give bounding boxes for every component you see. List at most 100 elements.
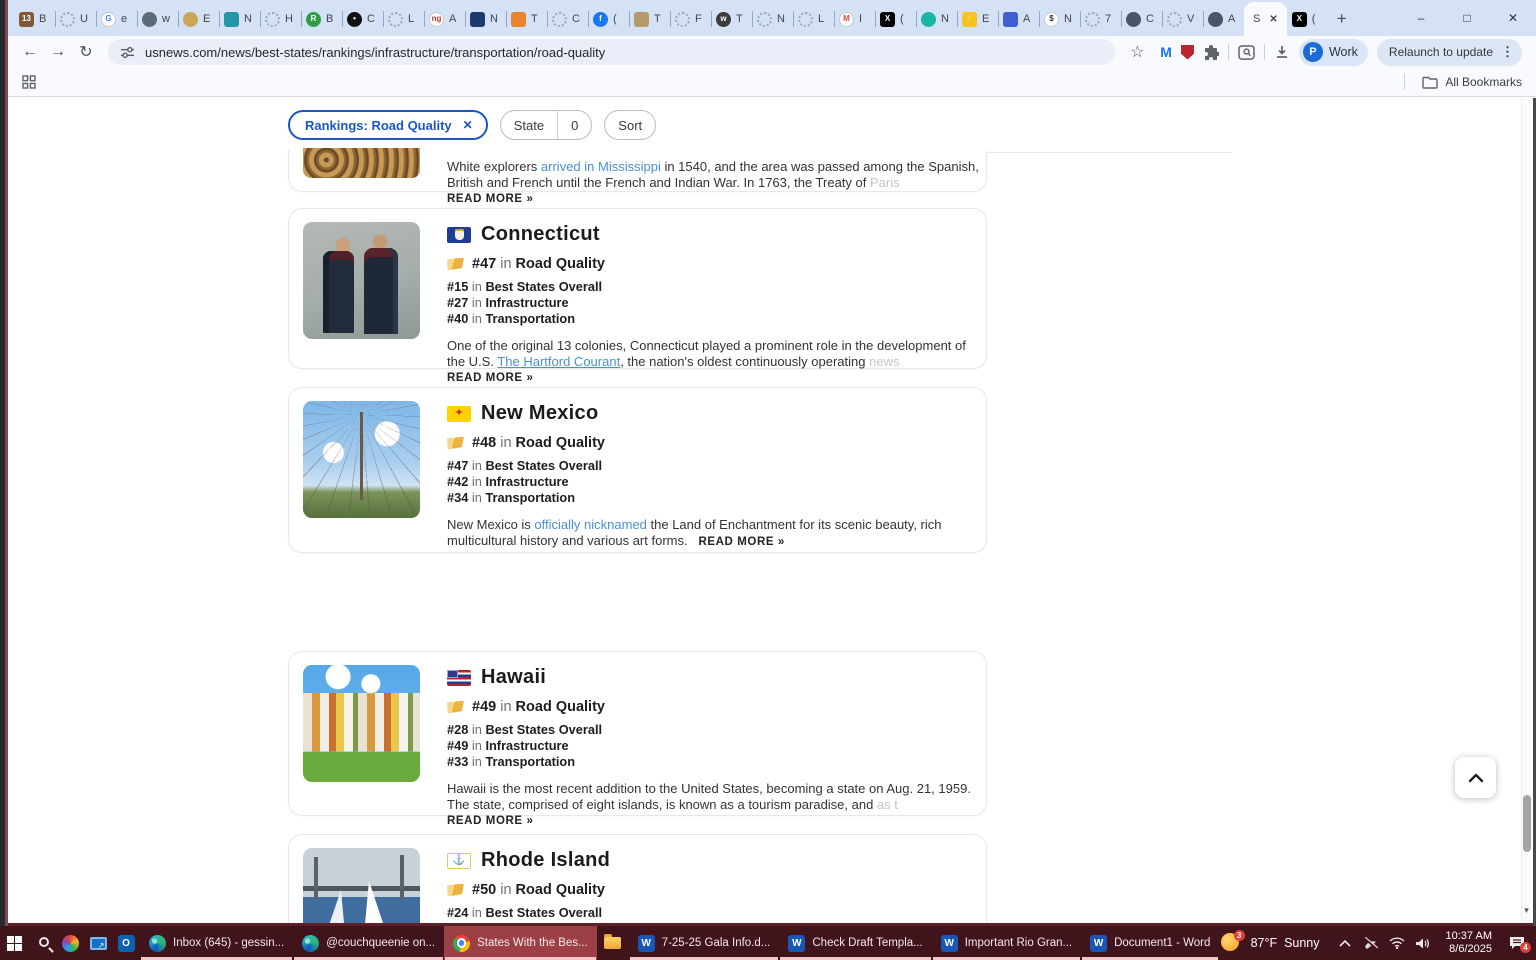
outlook-button[interactable]: [112, 926, 140, 960]
browser-tab[interactable]: ⚡E: [957, 2, 998, 36]
browser-tab[interactable]: MI: [834, 2, 875, 36]
browser-tab[interactable]: X(: [875, 2, 916, 36]
browser-tab[interactable]: N: [465, 2, 506, 36]
clear-filter-icon[interactable]: ✕: [463, 118, 473, 132]
browser-tab[interactable]: H: [260, 2, 301, 36]
back-to-top-button[interactable]: [1455, 757, 1496, 798]
browser-tab[interactable]: X(: [1287, 2, 1328, 36]
browser-menu-icon[interactable]: ⋮: [1501, 44, 1514, 60]
rhode-island-photo[interactable]: [303, 848, 420, 923]
tab-close-icon[interactable]: ✕: [1269, 14, 1277, 25]
relaunch-to-update-button[interactable]: Relaunch to update ⋮: [1377, 39, 1522, 66]
state-name[interactable]: Rhode Island: [481, 849, 610, 872]
file-explorer-button[interactable]: [597, 926, 629, 960]
state-name[interactable]: New Mexico: [481, 402, 598, 425]
browser-tab[interactable]: N: [219, 2, 260, 36]
browser-tab[interactable]: U: [55, 2, 96, 36]
action-center-button[interactable]: 4: [1504, 926, 1530, 960]
browser-tab[interactable]: L: [383, 2, 424, 36]
inline-link[interactable]: arrived in Mississippi: [541, 159, 661, 174]
word-window-button[interactable]: Document1 - Word: [1081, 926, 1219, 960]
minimize-button[interactable]: –: [1398, 0, 1444, 36]
state-name[interactable]: Connecticut: [481, 223, 600, 246]
browser-tab[interactable]: w: [137, 2, 178, 36]
browser-tab[interactable]: ngA: [424, 2, 465, 36]
browser-tab[interactable]: f(: [588, 2, 629, 36]
browser-tab[interactable]: F: [670, 2, 711, 36]
browser-tab[interactable]: 7: [1080, 2, 1121, 36]
read-more-link[interactable]: READ MORE »: [698, 536, 784, 548]
copilot-button[interactable]: [56, 926, 84, 960]
browser-tab[interactable]: C: [1121, 2, 1162, 36]
scrollbar[interactable]: ▾: [1521, 98, 1533, 923]
new-mexico-photo[interactable]: [303, 401, 420, 518]
weather-widget-icon[interactable]: 3: [1221, 933, 1241, 953]
hidden-icons-chevron[interactable]: [1334, 926, 1356, 960]
close-button[interactable]: ✕: [1490, 0, 1536, 36]
site-settings-icon[interactable]: [120, 45, 135, 60]
chrome-window-button[interactable]: States With the Bes...: [444, 926, 597, 960]
browser-tab[interactable]: T: [506, 2, 547, 36]
address-bar[interactable]: usnews.com/news/best-states/rankings/inf…: [108, 39, 1115, 65]
notifications-muted-icon[interactable]: [1360, 926, 1382, 960]
read-more-link[interactable]: READ MORE »: [447, 372, 533, 384]
word-window-button[interactable]: 7-25-25 Gala Info.d...: [629, 926, 780, 960]
word-window-button[interactable]: Important Rio Gran...: [932, 926, 1081, 960]
state-filter-label[interactable]: State: [501, 118, 557, 133]
profile-button[interactable]: P Work: [1299, 39, 1368, 66]
scrollbar-thumb[interactable]: [1523, 795, 1531, 852]
projecting-button[interactable]: [84, 926, 112, 960]
edge-window-button[interactable]: Inbox (645) - gessin...: [140, 926, 293, 960]
downloads-icon[interactable]: [1274, 44, 1290, 60]
tab-search-panel-icon[interactable]: [1238, 45, 1255, 60]
browser-tab[interactable]: Ge: [96, 2, 137, 36]
connecticut-photo[interactable]: [303, 222, 420, 339]
adblock-shield-icon[interactable]: [1181, 45, 1194, 60]
browser-tab[interactable]: T: [629, 2, 670, 36]
browser-tab[interactable]: •C: [342, 2, 383, 36]
extensions-puzzle-icon[interactable]: [1203, 44, 1219, 60]
read-more-link[interactable]: READ MORE »: [447, 193, 533, 205]
maximize-button[interactable]: □: [1444, 0, 1490, 36]
volume-icon[interactable]: [1412, 926, 1434, 960]
reload-button[interactable]: ↻: [72, 38, 100, 66]
state-name[interactable]: Hawaii: [481, 666, 546, 689]
back-button[interactable]: ←: [16, 38, 44, 66]
weather-text[interactable]: 87°F Sunny: [1251, 936, 1320, 950]
scrollbar-down-arrow[interactable]: ▾: [1522, 906, 1531, 915]
malwarebytes-extension-icon[interactable]: M: [1160, 44, 1172, 60]
browser-tab[interactable]: RB: [301, 2, 342, 36]
mississippi-photo[interactable]: [303, 148, 420, 178]
browser-tab[interactable]: N: [916, 2, 957, 36]
browser-tab[interactable]: L: [793, 2, 834, 36]
start-button[interactable]: [0, 926, 28, 960]
browser-tab[interactable]: N: [752, 2, 793, 36]
browser-tab[interactable]: A: [1203, 2, 1244, 36]
browser-tab[interactable]: V: [1162, 2, 1203, 36]
state-filter-chip[interactable]: State 0: [500, 110, 593, 140]
all-bookmarks-button[interactable]: All Bookmarks: [1404, 74, 1522, 90]
new-tab-button[interactable]: +: [1337, 9, 1347, 29]
url-text[interactable]: usnews.com/news/best-states/rankings/inf…: [145, 45, 605, 60]
browser-tab[interactable]: $N: [1039, 2, 1080, 36]
hawaii-photo[interactable]: [303, 665, 420, 782]
browser-tab[interactable]: wT: [711, 2, 752, 36]
sort-chip[interactable]: Sort: [604, 110, 656, 140]
word-window-button[interactable]: Check Draft Templa...: [779, 926, 931, 960]
forward-button[interactable]: →: [44, 38, 72, 66]
browser-tab[interactable]: 13B: [14, 2, 55, 36]
browser-tab[interactable]: A: [998, 2, 1039, 36]
state-filter-count[interactable]: 0: [558, 118, 591, 133]
browser-tab[interactable]: E: [178, 2, 219, 36]
taskbar-clock[interactable]: 10:37 AM 8/6/2025: [1446, 930, 1492, 956]
taskbar-search-button[interactable]: [28, 926, 56, 960]
bookmark-star-icon[interactable]: ☆: [1123, 38, 1151, 66]
inline-link[interactable]: officially nicknamed: [534, 517, 646, 532]
wifi-icon[interactable]: [1386, 926, 1408, 960]
browser-tab[interactable]: C: [547, 2, 588, 36]
browser-tab-active[interactable]: S✕: [1244, 2, 1287, 36]
read-more-link[interactable]: READ MORE »: [447, 815, 533, 827]
edge-window-button[interactable]: @couchqueenie on...: [293, 926, 444, 960]
inline-link[interactable]: The Hartford Courant: [497, 354, 620, 369]
active-ranking-filter-chip[interactable]: Rankings: Road Quality ✕: [288, 110, 488, 140]
